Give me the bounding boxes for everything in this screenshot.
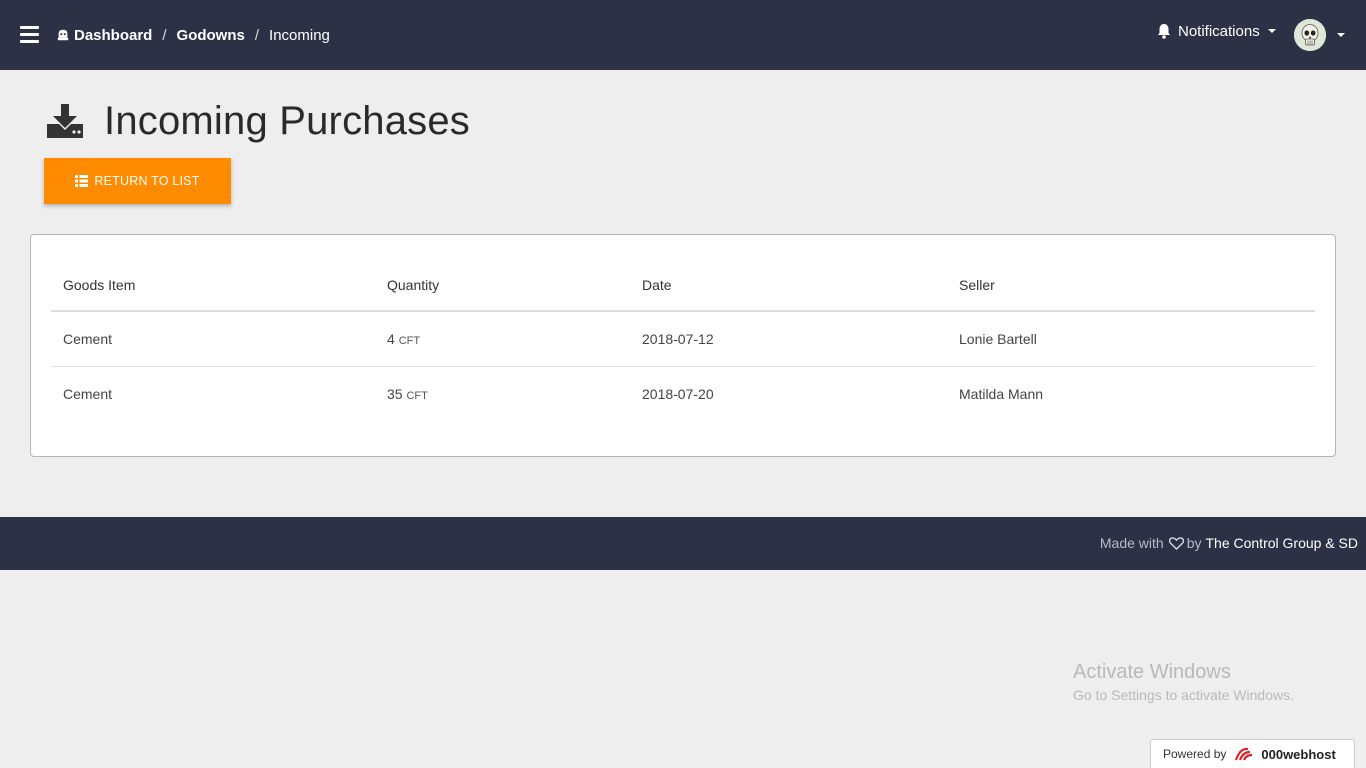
return-to-list-label: RETURN TO LIST [94, 174, 200, 188]
cell-seller: Lonie Bartell [947, 311, 1315, 367]
activate-title: Activate Windows [1073, 661, 1231, 683]
purchases-table: Goods Item Quantity Date Seller Cement 4… [51, 259, 1315, 421]
table-row: Cement 4 CFT 2018-07-12 Lonie Bartell [51, 311, 1315, 367]
download-icon [47, 104, 83, 138]
user-menu[interactable] [1294, 19, 1345, 51]
cell-date: 2018-07-12 [630, 311, 947, 367]
quantity-unit: CFT [406, 389, 428, 402]
heart-icon [1168, 536, 1184, 550]
breadcrumb-dashboard-label: Dashboard [74, 26, 153, 44]
host-name: 000webhost [1261, 746, 1336, 762]
quantity-unit: CFT [398, 334, 421, 347]
skull-icon [1294, 19, 1326, 51]
powered-by-label: Powered by [1163, 747, 1227, 761]
breadcrumb-godowns[interactable]: Godowns [177, 27, 245, 44]
bell-icon [1158, 24, 1170, 39]
host-logo: 000webhost [1234, 745, 1336, 763]
breadcrumb-dashboard[interactable]: Dashboard [56, 27, 152, 44]
purchases-card: Goods Item Quantity Date Seller Cement 4… [30, 234, 1336, 457]
chevron-down-icon [1267, 29, 1276, 33]
top-navbar: Dashboard / Godowns / Incoming Notificat… [0, 0, 1366, 70]
hamburger-icon[interactable] [20, 26, 39, 43]
cell-goods-item: Cement [51, 311, 375, 367]
activate-subtitle: Go to Settings to activate Windows. [1073, 687, 1294, 703]
avatar [1294, 19, 1326, 51]
column-header[interactable]: Date [630, 259, 947, 312]
column-header[interactable]: Quantity [375, 259, 630, 312]
quantity-value: 4 [387, 330, 395, 347]
footer-made-with: Made with [1099, 535, 1164, 551]
page-title: Incoming Purchases [104, 98, 471, 143]
cell-quantity: 4 CFT [375, 311, 630, 367]
chevron-down-icon [1337, 33, 1345, 37]
table-header-row: Goods Item Quantity Date Seller [51, 259, 1315, 312]
powered-by-badge[interactable]: Powered by 000webhost [1150, 739, 1355, 768]
column-header[interactable]: Goods Item [51, 259, 375, 312]
cell-quantity: 35 CFT [375, 366, 630, 421]
footer-brand[interactable]: The Control Group & SD [1205, 535, 1358, 551]
webhost-logo-icon [1235, 747, 1253, 761]
breadcrumb-current: Incoming [269, 26, 330, 44]
breadcrumb-separator: / [162, 26, 167, 44]
breadcrumb-separator: / [254, 26, 260, 44]
cell-goods-item: Cement [63, 385, 113, 402]
column-header[interactable]: Seller [947, 259, 1315, 312]
cell-seller: Matilda Mann [959, 385, 1044, 402]
list-icon [75, 175, 89, 187]
dashboard-icon [57, 29, 69, 41]
cell-date: 2018-07-20 [642, 385, 714, 402]
page-header: Incoming Purchases [44, 96, 470, 146]
return-to-list-button[interactable]: RETURN TO LIST [44, 158, 231, 204]
footer: Made with by The Control Group & SD [0, 517, 1366, 570]
table-row: Cement 35 CFT 2018-07-20 Matilda Mann [51, 366, 1315, 421]
footer-by: by [1186, 535, 1202, 551]
quantity-value: 35 [387, 385, 403, 402]
footer-credits: Made with by The Control Group & SD [1100, 535, 1358, 551]
breadcrumb: Dashboard / Godowns / Incoming [56, 24, 330, 46]
notifications-label: Notifications [1178, 22, 1260, 40]
notifications-dropdown[interactable]: Notifications [1157, 20, 1276, 42]
windows-activation-watermark: Activate Windows Go to Settings to activ… [1073, 661, 1294, 703]
